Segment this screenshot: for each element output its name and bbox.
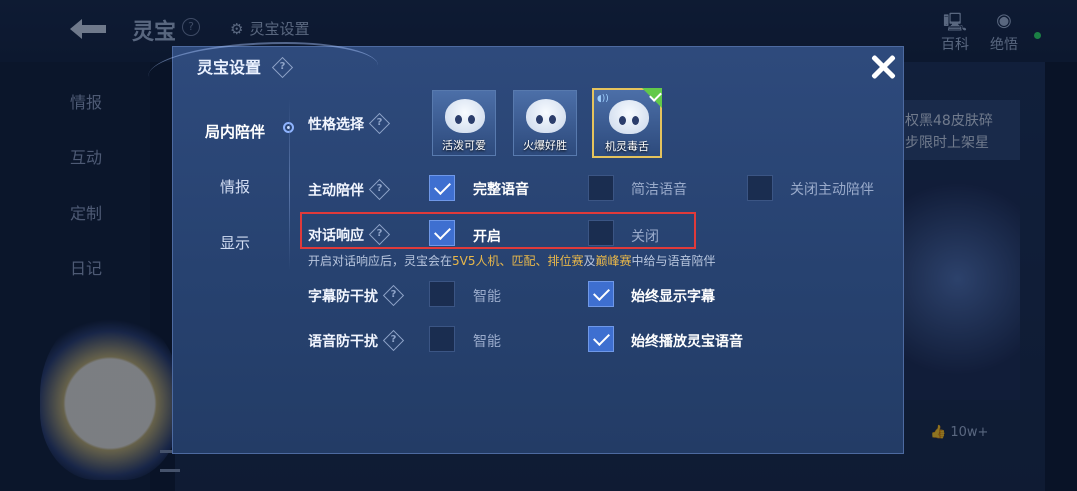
disable-companion-checkbox[interactable] xyxy=(747,175,773,201)
note-suffix: 中给与语音陪伴 xyxy=(631,254,716,268)
help-icon[interactable]: ? xyxy=(382,329,405,352)
full-voice-label: 完整语音 xyxy=(473,182,529,198)
voice-smart-label: 智能 xyxy=(473,334,501,350)
concise-voice-checkbox[interactable] xyxy=(588,175,614,201)
close-button[interactable] xyxy=(866,50,900,84)
dialogue-on-label: 开启 xyxy=(473,229,501,245)
tab-intel[interactable]: 情报 xyxy=(195,176,275,197)
disable-companion-label: 关闭主动陪伴 xyxy=(790,182,874,198)
subtitle-smart-label: 智能 xyxy=(473,289,501,305)
personality-label: 性格选择 xyxy=(308,117,364,133)
dialogue-on-checkbox[interactable] xyxy=(429,220,455,246)
concise-voice-label: 简洁语音 xyxy=(631,182,687,198)
tab-in-game-companion[interactable]: 局内陪伴 xyxy=(195,121,275,142)
dialogue-off-checkbox[interactable] xyxy=(588,220,614,246)
active-companion-label: 主动陪伴 xyxy=(308,183,364,199)
personality-caption: 火爆好胜 xyxy=(523,139,567,152)
note-highlight-peak: 巅峰赛 xyxy=(595,254,632,268)
dialogue-off-label: 关闭 xyxy=(631,229,659,245)
personality-option-witty[interactable]: ◖)) 机灵毒舌 xyxy=(592,88,662,158)
dialog-title: 灵宝设置 ? xyxy=(197,54,293,79)
help-icon[interactable]: ? xyxy=(382,284,405,307)
personality-caption: 机灵毒舌 xyxy=(605,140,649,153)
always-play-voice-label: 始终播放灵宝语音 xyxy=(631,334,743,350)
active-companion-row-label: 主动陪伴? xyxy=(308,178,391,201)
subtitle-smart-checkbox[interactable] xyxy=(429,281,455,307)
full-voice-checkbox[interactable] xyxy=(429,175,455,201)
voice-anti-interference-label: 语音防干扰 xyxy=(308,334,378,350)
help-icon[interactable]: ? xyxy=(368,178,391,201)
subtitle-row-label: 字幕防干扰? xyxy=(308,284,405,307)
tab-display[interactable]: 显示 xyxy=(195,232,275,253)
note-prefix: 开启对话响应后，灵宝会在 xyxy=(308,254,453,268)
help-icon[interactable]: ? xyxy=(368,112,391,135)
always-show-subtitle-label: 始终显示字幕 xyxy=(631,289,715,305)
help-icon[interactable]: ? xyxy=(271,56,293,79)
help-icon[interactable]: ? xyxy=(368,223,391,246)
always-play-voice-checkbox[interactable] xyxy=(588,326,614,352)
mascot-face-icon xyxy=(445,99,485,133)
voice-row-label: 语音防干扰? xyxy=(308,329,405,352)
voice-wave-icon: ◖)) xyxy=(597,94,609,104)
voice-smart-checkbox[interactable] xyxy=(429,326,455,352)
mascot-face-icon xyxy=(526,99,566,133)
subtitle-anti-interference-label: 字幕防干扰 xyxy=(308,289,378,305)
personality-option-lively[interactable]: 活泼可爱 xyxy=(432,90,496,156)
personality-option-fiery[interactable]: 火爆好胜 xyxy=(513,90,577,156)
dialogue-response-label: 对话响应 xyxy=(308,228,364,244)
always-show-subtitle-checkbox[interactable] xyxy=(588,281,614,307)
personality-row-label: 性格选择? xyxy=(308,112,391,135)
dialogue-note: 开启对话响应后，灵宝会在5V5人机、匹配、排位赛及巅峰赛中给与语音陪伴 xyxy=(308,252,716,269)
note-mid: 及 xyxy=(583,254,596,268)
note-highlight-modes: 5V5人机、匹配、排位赛 xyxy=(452,254,584,268)
personality-caption: 活泼可爱 xyxy=(442,139,486,152)
dialog-title-text: 灵宝设置 xyxy=(197,58,262,77)
dialogue-response-row-label: 对话响应? xyxy=(308,223,391,246)
tab-divider xyxy=(289,100,290,270)
